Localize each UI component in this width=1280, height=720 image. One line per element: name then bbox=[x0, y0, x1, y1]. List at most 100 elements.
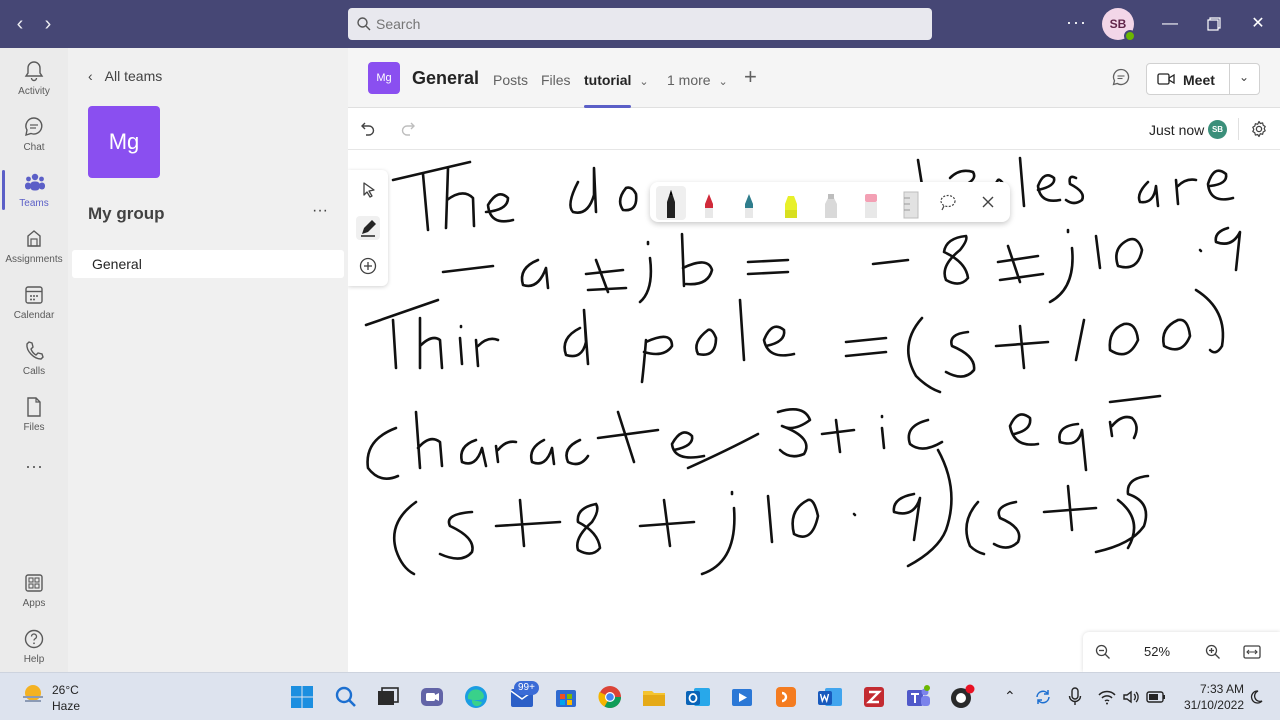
tab-files[interactable]: Files bbox=[541, 72, 571, 88]
ruler-icon[interactable] bbox=[898, 186, 924, 220]
rail-item-label: Teams bbox=[19, 198, 49, 209]
pen-tray bbox=[650, 182, 1010, 222]
search-icon[interactable] bbox=[332, 683, 360, 711]
rail-item-help[interactable]: Help bbox=[0, 620, 68, 676]
teal-pen-icon[interactable] bbox=[736, 186, 762, 220]
search-input[interactable] bbox=[376, 8, 916, 40]
channel-item-general[interactable]: General bbox=[72, 250, 344, 278]
redo-icon[interactable] bbox=[400, 120, 416, 136]
rail-item-files[interactable]: Files bbox=[0, 388, 68, 444]
chevron-up-icon[interactable]: ⌃ bbox=[1004, 688, 1016, 705]
teams-icon[interactable] bbox=[904, 683, 932, 711]
zoom-level[interactable]: 52% bbox=[1144, 644, 1170, 659]
close-icon[interactable] bbox=[980, 194, 996, 210]
divider bbox=[1238, 118, 1239, 140]
obs-recorder-icon[interactable] bbox=[948, 683, 976, 711]
zotero-icon[interactable] bbox=[860, 683, 888, 711]
back-arrow-icon[interactable]: ‹ bbox=[8, 12, 32, 36]
ink-line-4 bbox=[366, 394, 1162, 480]
microphone-icon[interactable] bbox=[1068, 687, 1082, 707]
forward-arrow-icon[interactable]: › bbox=[36, 12, 60, 36]
zoom-in-icon[interactable] bbox=[1205, 644, 1221, 660]
zoom-out-icon[interactable] bbox=[1095, 644, 1111, 660]
rail-item-label: Chat bbox=[23, 142, 45, 153]
add-circle-icon[interactable] bbox=[356, 254, 380, 278]
team-more-button[interactable]: ··· bbox=[312, 202, 328, 220]
microsoft-store-icon[interactable] bbox=[552, 683, 580, 711]
powerpoint-icon[interactable] bbox=[728, 683, 756, 711]
ink-line-3 bbox=[364, 288, 1225, 394]
video-camera-icon bbox=[1157, 73, 1175, 85]
eraser-icon[interactable] bbox=[858, 186, 884, 220]
tab-tutorial-label: tutorial bbox=[584, 72, 632, 88]
edge-browser-icon[interactable] bbox=[462, 683, 490, 711]
task-view-icon[interactable] bbox=[374, 683, 402, 711]
rail-item-assignments[interactable]: Assignments bbox=[0, 220, 68, 276]
notification-badge: 99+ bbox=[514, 681, 539, 695]
rail-item-chat[interactable]: Chat bbox=[0, 108, 68, 164]
file-icon bbox=[27, 397, 41, 417]
wifi-icon[interactable] bbox=[1098, 689, 1116, 705]
minimize-icon[interactable]: — bbox=[1158, 12, 1182, 36]
save-status: Just now bbox=[1149, 122, 1205, 138]
focus-moon-icon[interactable] bbox=[1248, 689, 1264, 705]
collaborator-avatar[interactable]: SB bbox=[1208, 120, 1227, 139]
user-avatar[interactable]: SB bbox=[1102, 8, 1136, 42]
black-pen-icon[interactable] bbox=[656, 186, 686, 220]
channel-avatar: Mg bbox=[368, 62, 400, 94]
fit-to-screen-icon[interactable] bbox=[1243, 644, 1261, 660]
undo-icon[interactable] bbox=[360, 120, 376, 136]
conversation-icon[interactable] bbox=[1112, 68, 1130, 86]
pdf-reader-icon[interactable] bbox=[772, 683, 800, 711]
search-box[interactable] bbox=[348, 8, 932, 40]
chrome-browser-icon[interactable] bbox=[596, 683, 624, 711]
tab-posts[interactable]: Posts bbox=[493, 72, 528, 88]
team-panel: ‹ All teams Mg My group ··· General bbox=[68, 48, 348, 672]
rail-item-label: Apps bbox=[22, 598, 46, 609]
assignments-icon bbox=[27, 230, 41, 247]
close-icon[interactable]: ✕ bbox=[1246, 12, 1270, 36]
pen-icon[interactable] bbox=[356, 216, 380, 240]
red-pen-icon[interactable] bbox=[696, 186, 722, 220]
windows-start-icon[interactable] bbox=[288, 683, 316, 711]
tab-tutorial[interactable]: tutorial ⌄ bbox=[584, 72, 649, 88]
system-clock[interactable]: 7:33 AM 31/10/2022 bbox=[1176, 681, 1244, 713]
word-icon[interactable] bbox=[816, 683, 844, 711]
rail-item-teams[interactable]: Teams bbox=[0, 164, 68, 220]
meet-chat-icon[interactable] bbox=[418, 683, 446, 711]
battery-icon[interactable] bbox=[1146, 690, 1166, 704]
rail-item-activity[interactable]: Activity bbox=[0, 52, 68, 108]
chat-icon bbox=[25, 117, 43, 137]
sync-icon[interactable] bbox=[1034, 688, 1052, 706]
clock-date: 31/10/2022 bbox=[1183, 698, 1244, 712]
more-apps-button[interactable]: ··· bbox=[0, 456, 68, 477]
outlook-icon[interactable] bbox=[684, 683, 712, 711]
more-options-button[interactable]: ··· bbox=[1066, 12, 1087, 33]
file-explorer-icon[interactable] bbox=[640, 683, 668, 711]
rail-item-calls[interactable]: Calls bbox=[0, 332, 68, 388]
rail-item-apps[interactable]: Apps bbox=[0, 564, 68, 620]
all-teams-link[interactable]: ‹ All teams bbox=[88, 68, 162, 84]
rail-item-calendar[interactable]: Calendar bbox=[0, 276, 68, 332]
light-highlighter-icon[interactable] bbox=[818, 186, 844, 220]
yellow-highlighter-icon[interactable] bbox=[776, 186, 806, 220]
calendar-icon bbox=[25, 286, 43, 304]
whiteboard-canvas[interactable]: 52% bbox=[348, 150, 1280, 672]
lasso-icon[interactable] bbox=[938, 192, 958, 212]
tab-more[interactable]: 1 more ⌄ bbox=[667, 72, 728, 88]
weather-widget[interactable]: 26°C Haze bbox=[20, 681, 80, 713]
channel-title: General bbox=[412, 68, 480, 88]
chevron-down-icon[interactable]: ⌄ bbox=[1239, 70, 1249, 84]
phone-icon bbox=[26, 341, 44, 360]
channel-header: Mg General Posts Files tutorial ⌄ 1 more… bbox=[348, 48, 1280, 108]
meet-button[interactable]: Meet ⌄ bbox=[1146, 63, 1260, 95]
volume-icon[interactable] bbox=[1122, 689, 1140, 705]
add-tab-button[interactable]: + bbox=[744, 64, 757, 90]
gear-icon[interactable] bbox=[1250, 120, 1268, 138]
pointer-icon[interactable] bbox=[356, 178, 380, 202]
chevron-left-icon: ‹ bbox=[88, 68, 93, 84]
ink-line-2 bbox=[441, 226, 1242, 304]
presence-available-icon bbox=[1124, 30, 1136, 42]
restore-icon[interactable] bbox=[1202, 12, 1226, 36]
teams-icon bbox=[25, 173, 45, 191]
